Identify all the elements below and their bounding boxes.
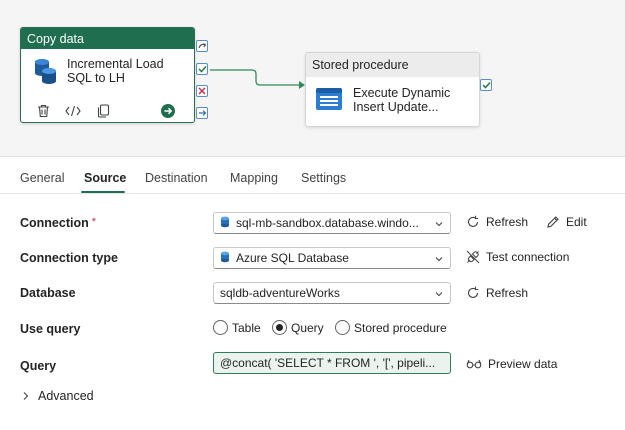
radio-circle (335, 320, 350, 335)
properties-tabs: General Source Destination Mapping Setti… (0, 163, 625, 194)
fail-port[interactable] (196, 85, 208, 97)
connection-refresh-button[interactable]: Refresh (466, 215, 528, 229)
radio-query-label: Query (291, 320, 324, 335)
radio-table-label: Table (232, 320, 261, 335)
connection-select[interactable]: sql-mb-sandbox.database.windo... (213, 212, 451, 234)
advanced-label: Advanced (38, 389, 94, 403)
database-select[interactable]: sqldb-adventureWorks (213, 282, 451, 304)
sproc-activity-name-line1: Execute Dynamic (353, 86, 451, 100)
tab-settings[interactable]: Settings (301, 171, 346, 185)
refresh-label: Refresh (486, 215, 529, 229)
database-label: Database (20, 286, 76, 300)
chevron-down-icon (434, 253, 444, 263)
copy-data-activity-type: Copy data (21, 28, 194, 49)
query-input[interactable]: @concat( 'SELECT * FROM ', '[', pipeli..… (213, 352, 451, 374)
query-label: Query (20, 359, 57, 373)
stored-procedure-icon (315, 87, 343, 114)
test-connection-label: Test connection (486, 250, 570, 264)
radio-table[interactable]: Table (213, 320, 261, 335)
radio-stored-procedure-label: Stored procedure (354, 320, 447, 335)
refresh-icon (467, 215, 479, 227)
copy-activity-name-line2: SQL to LH (67, 71, 125, 85)
plug-icon (466, 250, 480, 264)
stored-procedure-activity-type: Stored procedure (306, 53, 479, 77)
refresh-icon (467, 286, 479, 298)
connection-type-select[interactable]: Azure SQL Database (213, 247, 451, 269)
required-marker: * (91, 216, 97, 228)
sproc-activity-name-line2: Insert Update... (353, 100, 439, 114)
copy-icon[interactable] (95, 103, 111, 119)
success-port[interactable] (196, 63, 208, 75)
code-icon[interactable] (65, 103, 81, 119)
connection-value: sql-mb-sandbox.database.windo... (236, 216, 419, 230)
sql-database-icon (220, 251, 230, 266)
completion-port[interactable] (196, 107, 208, 119)
radio-query[interactable]: Query (272, 320, 324, 335)
sproc-success-port[interactable] (480, 79, 492, 91)
tab-general[interactable]: General (20, 171, 64, 185)
pipeline-canvas: Copy data Incremental Load SQL to LH Sto… (0, 0, 625, 157)
use-query-label: Use query (20, 322, 81, 336)
stored-procedure-activity[interactable]: Stored procedure Execute Dynamic Insert … (305, 52, 480, 127)
test-connection-button[interactable]: Test connection (466, 250, 569, 264)
tab-destination[interactable]: Destination (145, 171, 208, 185)
skip-port[interactable] (196, 40, 208, 52)
database-icon (33, 57, 59, 88)
connection-edit-button[interactable]: Edit (546, 215, 587, 229)
sql-database-icon (220, 216, 230, 231)
connection-type-label: Connection type (20, 251, 118, 265)
copy-activity-name-line1: Incremental Load (67, 57, 164, 71)
radio-circle (213, 320, 228, 335)
radio-stored-procedure[interactable]: Stored procedure (335, 320, 447, 335)
edit-icon (547, 216, 559, 228)
chevron-down-icon (434, 288, 444, 298)
advanced-expander[interactable]: Advanced (22, 389, 94, 403)
edit-label: Edit (566, 215, 587, 229)
preview-data-label: Preview data (488, 357, 558, 371)
connection-type-value: Azure SQL Database (236, 251, 349, 265)
tab-source[interactable]: Source (84, 171, 126, 185)
database-value: sqldb-adventureWorks (220, 286, 340, 300)
tab-mapping[interactable]: Mapping (230, 171, 278, 185)
navigate-icon[interactable] (160, 103, 176, 119)
glasses-icon (466, 359, 482, 369)
delete-icon[interactable] (35, 103, 51, 119)
copy-data-activity[interactable]: Copy data Incremental Load SQL to LH (20, 27, 195, 123)
chevron-right-icon (23, 392, 29, 400)
chevron-down-icon (434, 218, 444, 228)
connection-label: Connection * (20, 216, 97, 230)
radio-circle (272, 320, 287, 335)
refresh-label: Refresh (486, 286, 529, 300)
active-tab-indicator (81, 191, 125, 193)
database-refresh-button[interactable]: Refresh (466, 286, 528, 300)
preview-data-button[interactable]: Preview data (466, 357, 557, 371)
